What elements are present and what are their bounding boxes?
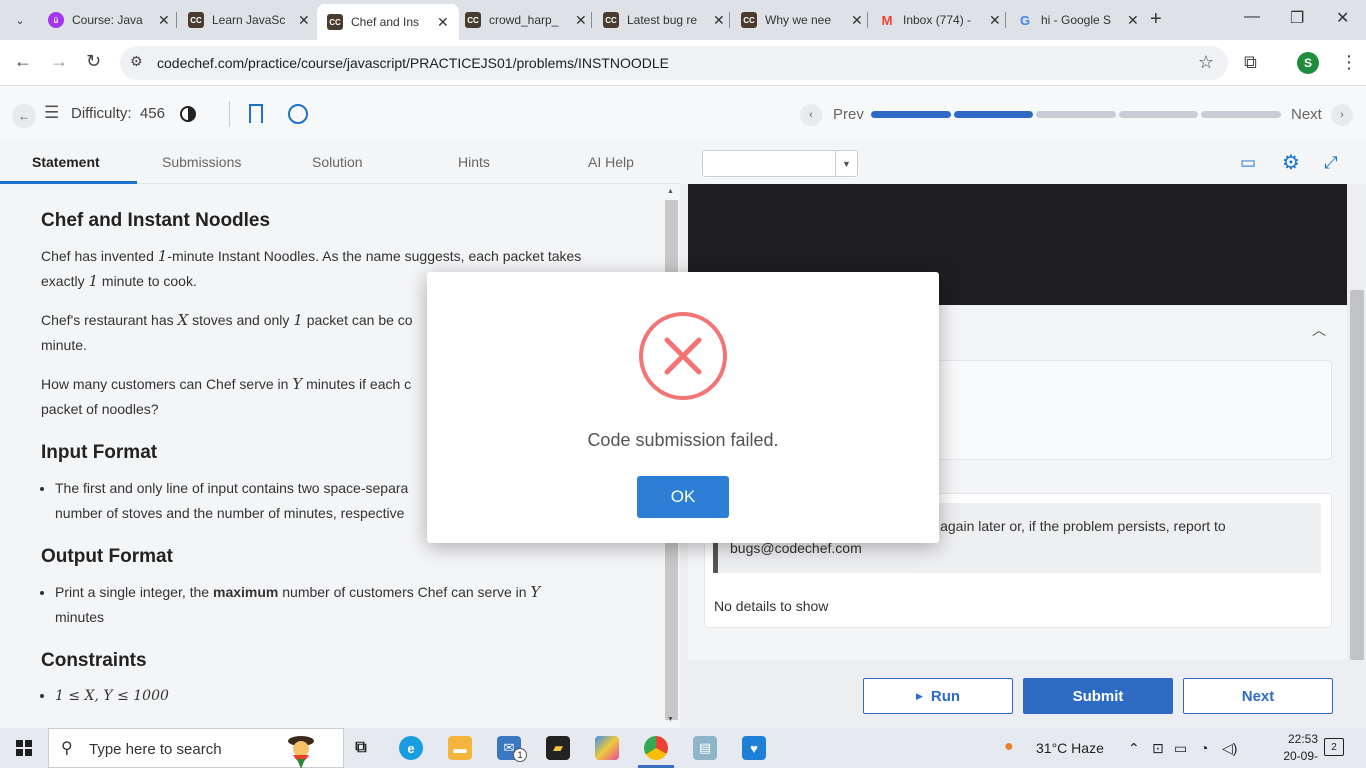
codechef-favicon-icon: CC [603, 12, 619, 28]
windows-taskbar: ⚲ Type here to search ⧉ e ▬ ✉ 1 ▰ ▤ ♥ ● … [0, 728, 1366, 768]
chevron-up-icon[interactable]: ⌃ [1128, 740, 1140, 757]
edge-icon[interactable]: e [399, 736, 423, 760]
browser-tab[interactable]: M Inbox (774) - ✕ [869, 6, 1011, 34]
browser-tab[interactable]: G hi - Google S ✕ [1007, 6, 1149, 34]
sticky-notes-icon[interactable]: ▰ [546, 736, 570, 760]
chrome-icon[interactable] [644, 736, 668, 760]
forward-arrow-icon[interactable]: → [50, 51, 68, 72]
browser-tab[interactable]: CC Learn JavaSc ✕ [178, 6, 320, 34]
window-close-icon[interactable]: ✕ [1336, 8, 1349, 28]
weather-icon[interactable]: ● [1004, 738, 1014, 756]
site-info-icon[interactable]: ⚙ [130, 53, 143, 70]
reload-icon[interactable]: ↻ [86, 51, 101, 72]
health-app-icon[interactable]: ♥ [742, 736, 766, 760]
close-icon[interactable]: ✕ [158, 12, 170, 29]
browser-toolbar: ← → ↻ ⚙ codechef.com/practice/course/jav… [0, 40, 1366, 86]
volume-icon[interactable]: ◁) [1222, 740, 1237, 757]
mail-badge: 1 [513, 748, 527, 762]
extensions-icon[interactable]: ⧉ [1244, 52, 1257, 73]
back-arrow-icon[interactable]: ← [14, 51, 32, 72]
new-tab-icon[interactable]: + [1150, 8, 1162, 31]
taskbar-search[interactable]: ⚲ Type here to search [48, 728, 344, 768]
search-highlight-icon [288, 736, 314, 768]
browser-tab-active[interactable]: CC Chef and Ins ✕ [317, 4, 459, 40]
notification-icon[interactable]: 2 [1324, 738, 1344, 756]
windows-start-icon[interactable] [16, 740, 32, 756]
error-dialog: Code submission failed. OK [427, 272, 939, 543]
gmail-favicon-icon: M [881, 12, 893, 28]
profile-avatar[interactable]: S [1297, 52, 1319, 74]
tab-search-icon[interactable]: ⌄ [8, 8, 32, 32]
browser-menu-icon[interactable]: ⋮ [1340, 52, 1358, 73]
udemy-favicon-icon: ü [48, 12, 64, 28]
dialog-message: Code submission failed. [587, 430, 779, 450]
codechef-favicon-icon: CC [741, 12, 757, 28]
system-clock[interactable]: 22:53 20-09-2024 [1262, 731, 1318, 768]
ok-button[interactable]: OK [637, 476, 729, 518]
browser-tab[interactable]: CC crowd_harp_ ✕ [455, 6, 597, 34]
close-icon[interactable]: ✕ [575, 12, 587, 29]
url-text[interactable]: codechef.com/practice/course/javascript/… [157, 55, 669, 71]
browser-tab-strip: ⌄ ü Course: Java ✕ CC Learn JavaSc ✕ CC … [0, 0, 1366, 40]
codechef-favicon-icon: CC [188, 12, 204, 28]
app-icon[interactable]: ▤ [693, 736, 717, 760]
task-view-icon[interactable]: ⧉ [349, 736, 373, 760]
restore-icon[interactable]: ❐ [1290, 8, 1304, 28]
browser-tab[interactable]: CC Latest bug re ✕ [593, 6, 735, 34]
close-icon[interactable]: ✕ [437, 14, 449, 31]
close-icon[interactable]: ✕ [989, 12, 1001, 29]
error-x-icon [639, 312, 727, 400]
search-icon: ⚲ [61, 740, 73, 757]
close-icon[interactable]: ✕ [298, 12, 310, 29]
minimize-icon[interactable]: — [1244, 8, 1260, 26]
codechef-favicon-icon: CC [327, 14, 343, 30]
tray-app-icon[interactable]: ⊡ [1152, 740, 1164, 757]
wifi-icon[interactable]: ◔ [1200, 740, 1208, 756]
weather-text[interactable]: 31°C Haze [1036, 740, 1104, 756]
google-favicon-icon: G [1019, 12, 1031, 28]
battery-icon[interactable]: ▭ [1174, 740, 1187, 757]
browser-tab[interactable]: ü Course: Java ✕ [38, 6, 180, 34]
close-icon[interactable]: ✕ [851, 12, 863, 29]
close-icon[interactable]: ✕ [1127, 12, 1139, 29]
file-explorer-icon[interactable]: ▬ [448, 736, 472, 760]
codechef-favicon-icon: CC [465, 12, 481, 28]
address-bar[interactable]: ⚙ codechef.com/practice/course/javascrip… [120, 46, 1228, 80]
bookmark-star-icon[interactable]: ☆ [1198, 52, 1214, 73]
browser-tab[interactable]: CC Why we nee ✕ [731, 6, 873, 34]
close-icon[interactable]: ✕ [713, 12, 725, 29]
copilot-icon[interactable] [595, 736, 619, 760]
